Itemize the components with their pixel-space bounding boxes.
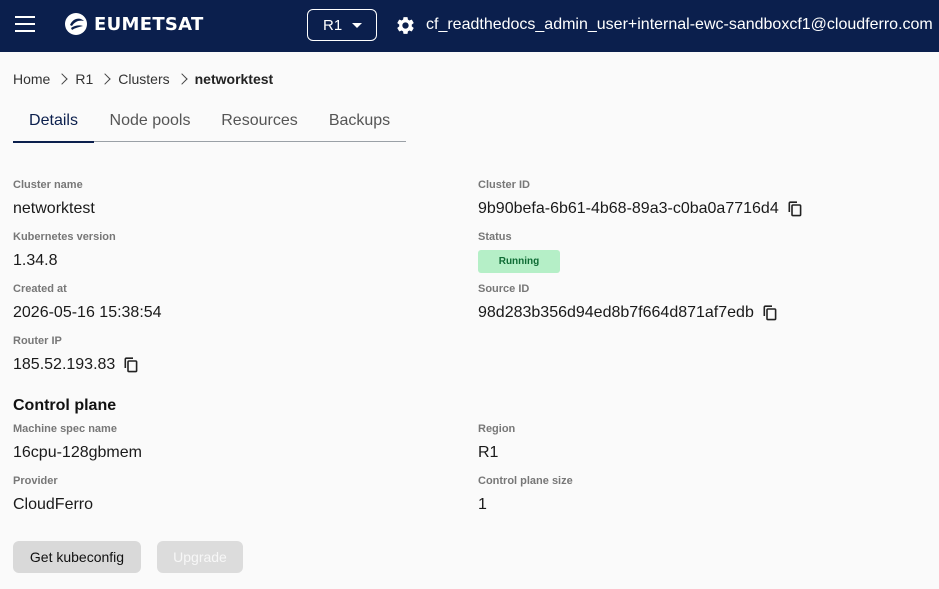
cluster-name-value: networktest xyxy=(13,200,95,218)
copy-icon[interactable] xyxy=(763,305,777,321)
tab-bar: Details Node pools Resources Backups xyxy=(13,100,406,143)
router-ip-text: 185.52.193.83 xyxy=(13,356,116,373)
tab-details[interactable]: Details xyxy=(13,100,94,143)
control-plane-title: Control plane xyxy=(13,397,117,414)
provider-text: CloudFerro xyxy=(13,496,94,513)
k8s-version-label: Kubernetes version xyxy=(13,231,116,243)
k8s-version-value: 1.34.8 xyxy=(13,252,57,270)
router-ip-value: 185.52.193.83 xyxy=(13,356,138,374)
eumetsat-logo-icon xyxy=(65,13,87,35)
machine-spec-label: Machine spec name xyxy=(13,423,117,435)
region-select-value: R1 xyxy=(323,16,343,34)
chevron-right-icon xyxy=(56,73,69,85)
k8s-version-text: 1.34.8 xyxy=(13,252,58,269)
control-plane-size-text: 1 xyxy=(478,496,487,513)
cluster-name-label: Cluster name xyxy=(13,179,83,191)
status-badge: Running xyxy=(478,250,560,273)
breadcrumb-clusters[interactable]: Clusters xyxy=(118,71,169,87)
chevron-right-icon xyxy=(99,73,111,85)
get-kubeconfig-button[interactable]: Get kubeconfig xyxy=(13,541,141,573)
region-value: R1 xyxy=(478,444,498,462)
source-id-text: 98d283b356d94ed8b7f664d871af7edb xyxy=(478,304,754,321)
tab-resources[interactable]: Resources xyxy=(206,100,313,142)
machine-spec-text: 16cpu-128gbmem xyxy=(13,444,142,461)
cluster-id-label: Cluster ID xyxy=(478,179,530,191)
region-label: Region xyxy=(478,423,516,435)
tab-node-pools[interactable]: Node pools xyxy=(94,100,206,142)
tab-backups[interactable]: Backups xyxy=(313,100,406,142)
logo[interactable]: EUMETSAT xyxy=(64,12,204,36)
router-ip-label: Router IP xyxy=(13,335,62,347)
chevron-right-icon xyxy=(175,73,188,85)
caret-down-icon xyxy=(352,23,362,28)
breadcrumb-home[interactable]: Home xyxy=(13,71,50,87)
source-id-label: Source ID xyxy=(478,283,530,295)
gear-icon[interactable] xyxy=(395,15,416,36)
machine-spec-value: 16cpu-128gbmem xyxy=(13,444,142,462)
created-at-label: Created at xyxy=(13,283,67,295)
source-id-value: 98d283b356d94ed8b7f664d871af7edb xyxy=(478,304,777,322)
copy-icon[interactable] xyxy=(124,357,138,373)
control-plane-size-value: 1 xyxy=(478,496,487,514)
copy-icon[interactable] xyxy=(788,201,802,217)
breadcrumb-region[interactable]: R1 xyxy=(75,71,93,87)
cluster-id-value: 9b90befa-6b61-4b68-89a3-c0ba0a7716d4 xyxy=(478,200,802,218)
created-at-value: 2026-05-16 15:38:54 xyxy=(13,304,162,322)
region-select[interactable]: R1 xyxy=(307,9,377,41)
breadcrumb-current: networktest xyxy=(194,71,274,87)
cluster-name-text: networktest xyxy=(13,200,95,217)
region-text: R1 xyxy=(478,444,499,461)
brand-name: EUMETSAT xyxy=(94,13,204,35)
cluster-id-text: 9b90befa-6b61-4b68-89a3-c0ba0a7716d4 xyxy=(478,200,779,217)
control-plane-size-label: Control plane size xyxy=(478,475,573,487)
breadcrumb: Home R1 Clusters networktest xyxy=(13,70,273,88)
user-email[interactable]: cf_readthedocs_admin_user+internal-ewc-s… xyxy=(426,16,933,34)
status-label: Status xyxy=(478,231,512,243)
provider-value: CloudFerro xyxy=(13,496,93,514)
menu-icon[interactable] xyxy=(15,16,35,32)
top-bar: EUMETSAT R1 cf_readthedocs_admin_user+in… xyxy=(0,0,939,52)
created-at-text: 2026-05-16 15:38:54 xyxy=(13,304,162,321)
provider-label: Provider xyxy=(13,475,58,487)
upgrade-button: Upgrade xyxy=(157,541,243,573)
